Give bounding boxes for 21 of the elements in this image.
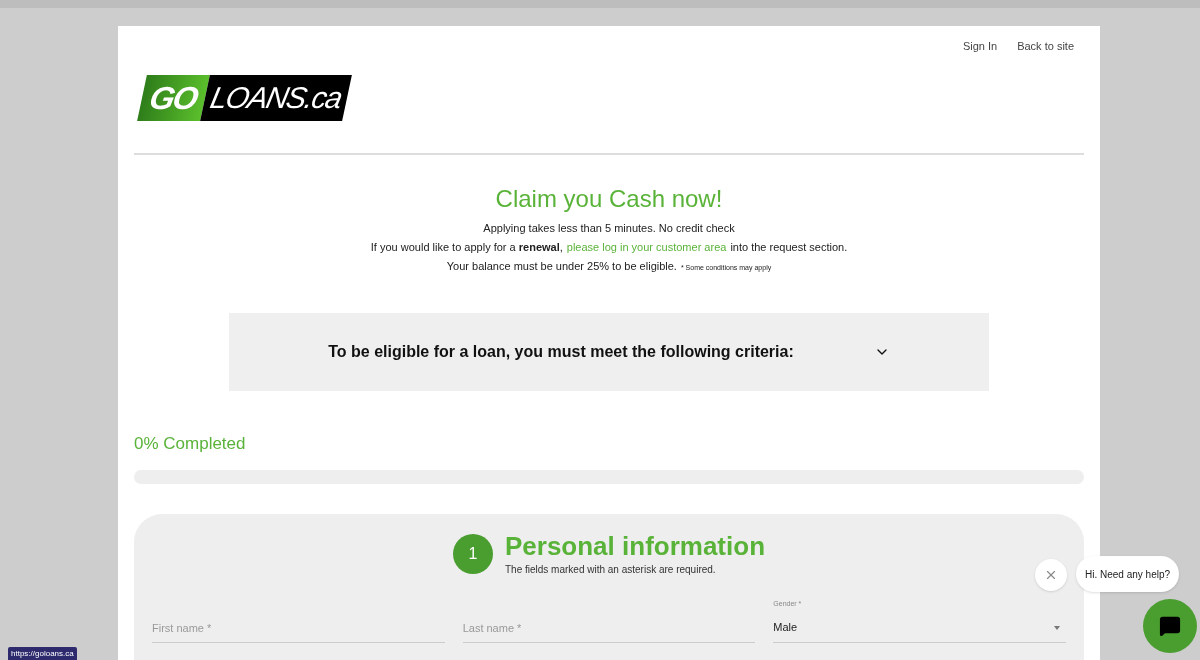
chat-button[interactable]	[1143, 599, 1197, 653]
hero-text: into the request section.	[730, 239, 848, 255]
close-icon	[1044, 568, 1058, 582]
step-number: 1	[452, 534, 493, 574]
hero-title: Claim you Cash now!	[495, 183, 723, 214]
nav-link[interactable]: Back to site	[1017, 38, 1074, 55]
section-title: Personal information	[504, 530, 765, 562]
gender-select[interactable]: Male	[773, 613, 1066, 643]
chat-bubble: Hi. Need any help?	[1076, 556, 1180, 592]
chat-icon	[1159, 615, 1181, 637]
nav-link[interactable]: Sign In	[962, 38, 998, 55]
hero-text: Your balance must be under 25% to be eligible.	[446, 258, 677, 274]
caret-icon	[1054, 625, 1060, 630]
text-field[interactable]: First name *	[152, 613, 445, 643]
section-subtitle: The fields marked with an asterisk are required.	[504, 563, 717, 577]
criteria-accordion[interactable]: To be eligible for a loan, you must meet the following criteria:	[229, 312, 989, 391]
hero-text: Applying takes less than 5 minutes. No credit check	[483, 220, 735, 236]
progress-label: 0% Completed	[134, 432, 247, 455]
hero-text: If you would like to apply for a renewal,	[370, 239, 563, 255]
status-url: https://goloans.ca	[8, 647, 77, 660]
text-field[interactable]: Last name *	[462, 613, 756, 643]
